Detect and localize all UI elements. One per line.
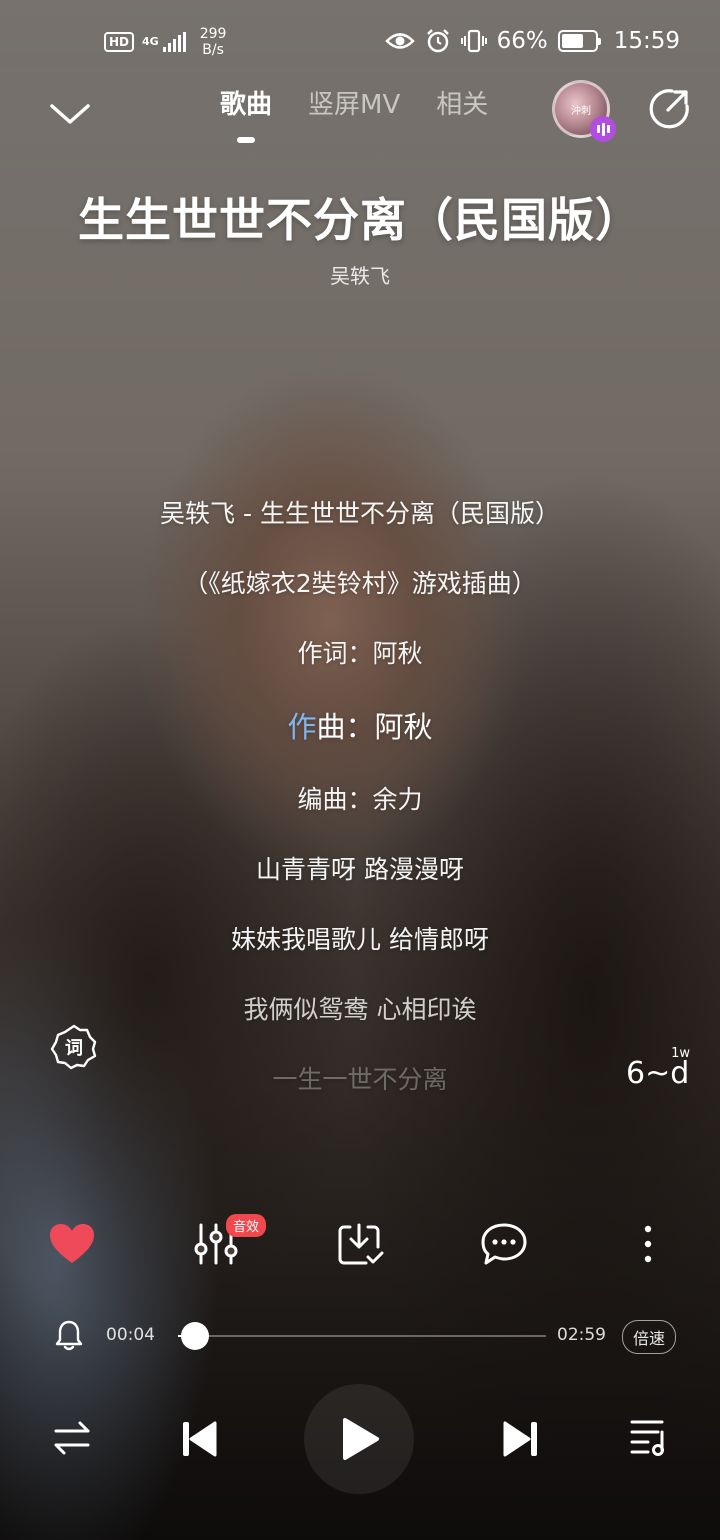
network-type: 4G <box>142 35 159 48</box>
sequential-play-icon <box>54 1421 90 1455</box>
clock: 15:59 <box>613 28 680 54</box>
ai-count: 1w <box>671 1046 690 1061</box>
previous-button[interactable] <box>176 1416 222 1462</box>
lyric-line[interactable]: 妹妹我唱歌儿 给情郎呀 <box>0 920 720 956</box>
status-bar: HD 4G 299 B/s 66% 15:59 <box>0 0 720 84</box>
lyric-toggle-label: 词 <box>65 1038 83 1059</box>
lyric-line[interactable]: 吴轶飞 - 生生世世不分离（民国版） <box>0 494 720 530</box>
more-button[interactable] <box>622 1218 674 1270</box>
battery-icon <box>557 30 601 52</box>
top-nav: 歌曲 竖屏MV 相关 沖刺 <box>0 80 720 150</box>
like-button[interactable] <box>46 1218 98 1270</box>
playlist-icon <box>630 1420 664 1456</box>
tab-song[interactable]: 歌曲 <box>220 84 272 121</box>
listen-together-avatar[interactable]: 沖刺 <box>552 80 616 142</box>
tab-vertical-mv[interactable]: 竖屏MV <box>308 84 400 121</box>
action-row: 音效 <box>0 1214 720 1274</box>
bell-icon <box>55 1320 83 1351</box>
more-vertical-icon <box>644 1225 652 1263</box>
lyric-unsung-part: 曲：阿秋 <box>316 710 433 744</box>
play-icon <box>343 1418 379 1460</box>
lyric-toggle-button[interactable]: 词 <box>50 1023 98 1071</box>
eye-icon <box>384 33 415 49</box>
next-button[interactable] <box>498 1416 544 1462</box>
ai-song-button[interactable]: 6~d 1w <box>624 1046 690 1098</box>
comment-button[interactable] <box>478 1218 530 1270</box>
status-right: 66% 15:59 <box>384 28 680 54</box>
sleep-timer-button[interactable] <box>54 1318 84 1352</box>
lyric-line[interactable]: 山青青呀 路漫漫呀 <box>0 850 720 886</box>
download-icon <box>338 1223 384 1265</box>
heart-icon <box>50 1224 94 1263</box>
progress-row: 00:04 02:59 倍速 <box>0 1316 720 1356</box>
lyric-line[interactable]: 一生一世不分离 <box>0 1060 720 1096</box>
play-mode-button[interactable] <box>50 1416 94 1460</box>
collapse-button[interactable] <box>48 90 92 134</box>
signal-icon <box>162 32 186 52</box>
sound-effect-badge: 音效 <box>226 1214 267 1237</box>
lyric-line[interactable]: 作词：阿秋 <box>0 634 720 670</box>
skip-next-icon <box>503 1421 537 1457</box>
progress-thumb[interactable] <box>180 1322 209 1350</box>
ai-glyph-icon: 6~d <box>626 1056 690 1091</box>
lyric-line[interactable]: 我俩似鸳鸯 心相印诶 <box>0 990 720 1026</box>
play-button[interactable] <box>304 1384 414 1494</box>
audio-wave-icon <box>590 116 616 142</box>
progress-track[interactable] <box>178 1322 546 1350</box>
lyric-sung-part: 作 <box>287 710 317 744</box>
net-speed-unit: B/s <box>202 42 224 58</box>
net-speed-value: 299 <box>199 26 227 42</box>
chevron-down-icon <box>50 104 90 124</box>
status-left: HD 4G 299 B/s <box>104 26 226 58</box>
playback-speed-button[interactable]: 倍速 <box>622 1320 677 1354</box>
download-button[interactable] <box>334 1218 386 1270</box>
alarm-icon <box>426 29 449 53</box>
playback-controls <box>0 1384 720 1494</box>
battery-fill <box>561 34 583 48</box>
avatar-text: 沖刺 <box>571 105 591 117</box>
net-speed: 299 B/s <box>200 26 227 58</box>
skip-previous-icon <box>183 1421 217 1457</box>
lyric-line[interactable]: （《纸嫁衣2奘铃村》游戏插曲） <box>0 564 720 600</box>
lyric-line-current[interactable]: 作曲：阿秋 <box>0 704 720 746</box>
share-button[interactable] <box>648 88 690 130</box>
lyric-line[interactable]: 编曲：余力 <box>0 780 720 816</box>
total-time: 02:59 <box>557 1325 606 1345</box>
current-time: 00:04 <box>106 1325 155 1345</box>
hd-badge: HD <box>104 32 135 52</box>
vibrate-icon <box>460 29 487 53</box>
tab-related[interactable]: 相关 <box>436 84 488 121</box>
tab-bar: 歌曲 竖屏MV 相关 <box>220 84 488 121</box>
comment-icon <box>481 1223 527 1265</box>
song-title: 生生世世不分离（民国版） <box>78 193 642 247</box>
share-icon <box>649 89 689 129</box>
playlist-button[interactable] <box>626 1414 672 1460</box>
battery-percent: 66% <box>496 28 548 54</box>
song-artist[interactable]: 吴轶飞 <box>0 260 720 289</box>
